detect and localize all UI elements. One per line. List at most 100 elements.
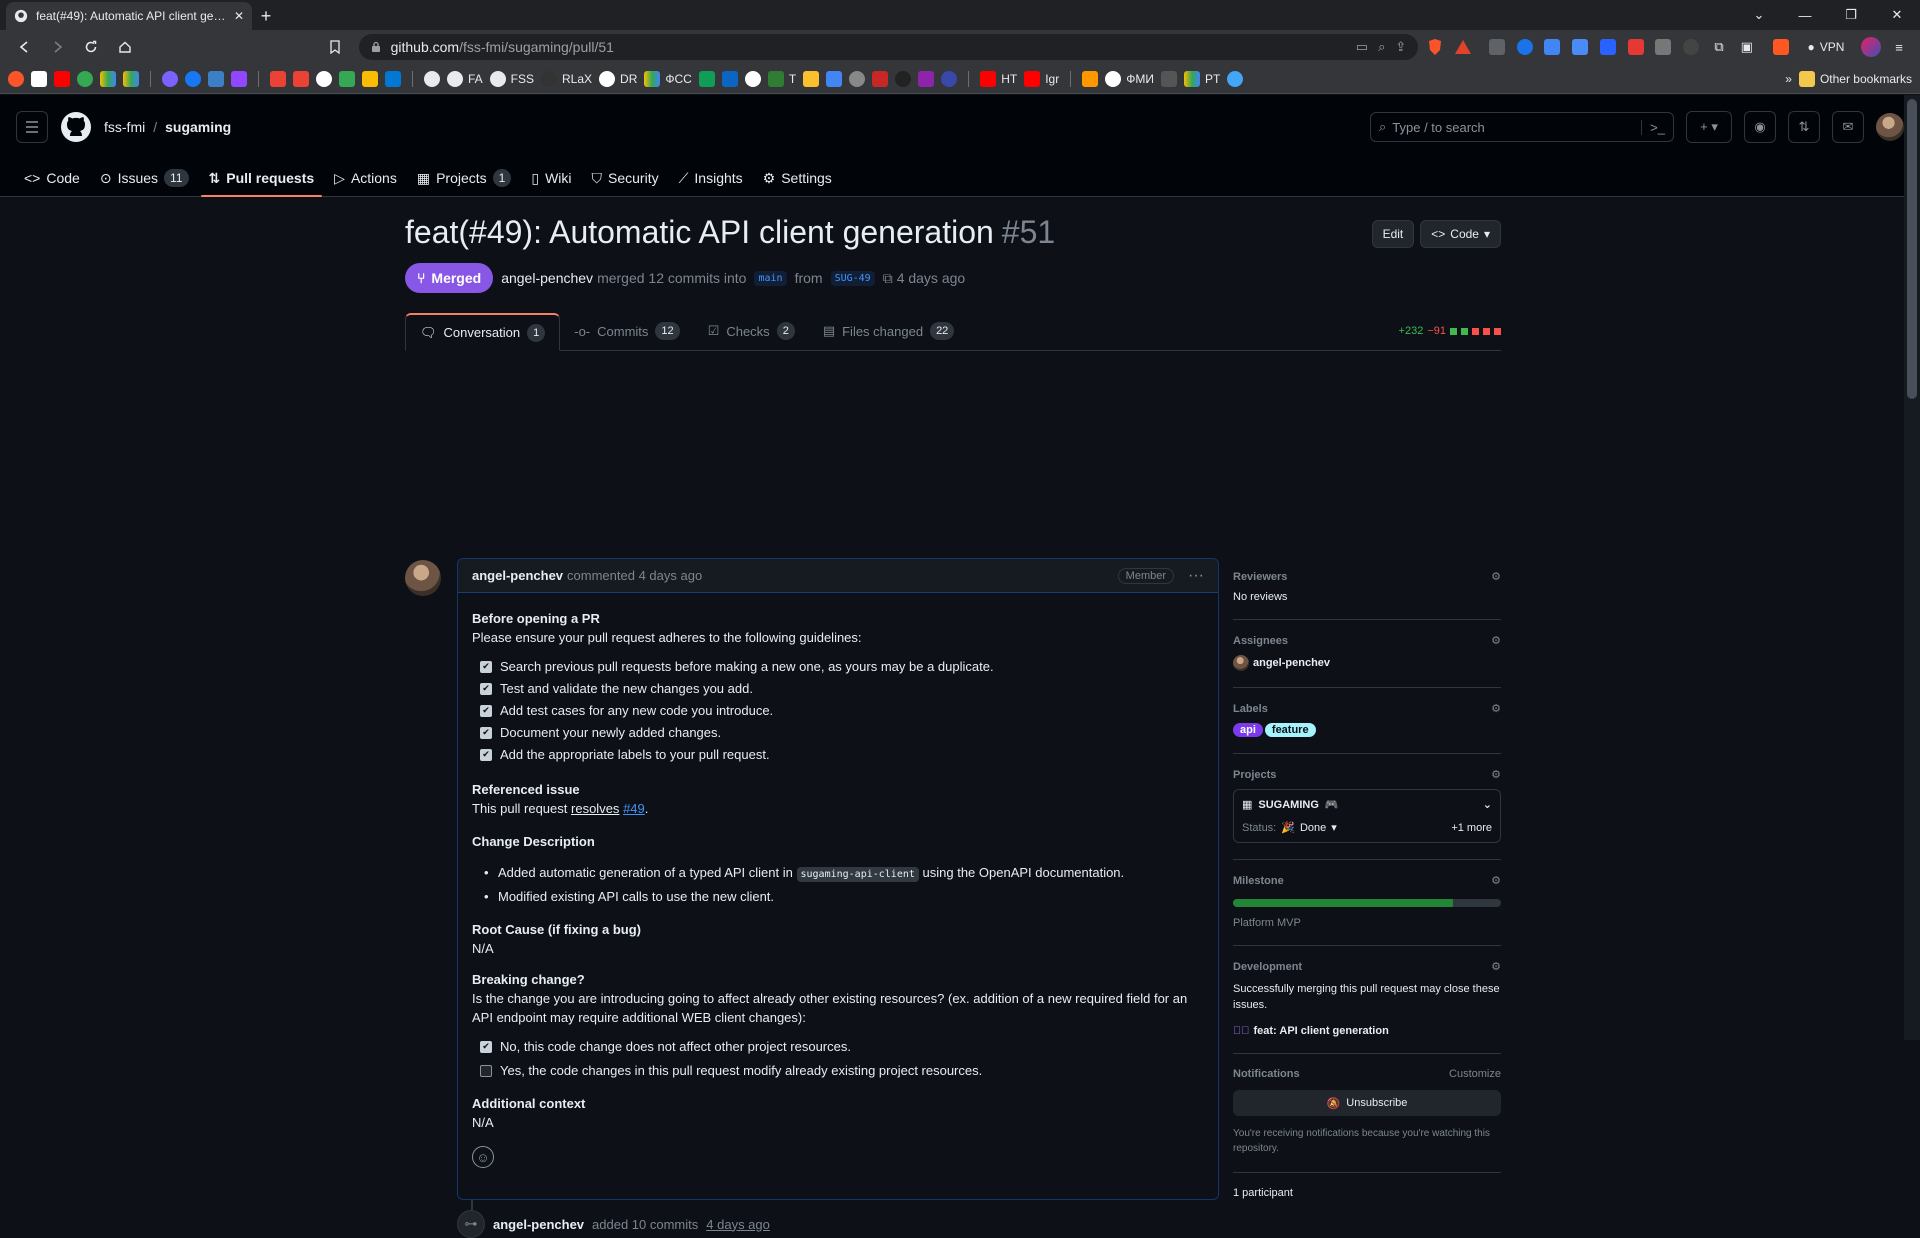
bookmark-favicon-icon[interactable] xyxy=(208,70,224,87)
base-branch[interactable]: main xyxy=(754,270,787,286)
nav-security[interactable]: ⛉ Security xyxy=(584,159,667,197)
close-window-button[interactable]: ✕ xyxy=(1874,0,1920,30)
inbox-icon[interactable]: ✉ xyxy=(1832,111,1864,143)
repo-link[interactable]: sugaming xyxy=(165,119,231,135)
bookmark-favicon-icon[interactable] xyxy=(339,70,355,87)
bookmark-item[interactable]: T xyxy=(767,70,796,87)
bookmark-favicon-icon[interactable] xyxy=(31,70,47,87)
checkbox[interactable]: ✔ xyxy=(480,748,492,761)
vpn-button[interactable]: ● VPN xyxy=(1797,33,1855,61)
bookmark-favicon-icon[interactable] xyxy=(918,70,935,87)
sidebar-toggle-icon[interactable]: ▣ xyxy=(1736,36,1758,58)
bookmark-item[interactable]: Igr xyxy=(1024,70,1059,87)
nav-projects[interactable]: ▦ Projects 1 xyxy=(409,159,520,197)
extension-icon[interactable] xyxy=(1514,36,1536,58)
chevron-down-icon[interactable]: ⌄ xyxy=(1483,798,1492,811)
more-projects-link[interactable]: +1 more xyxy=(1451,822,1492,834)
nav-insights[interactable]: ⟋ Insights xyxy=(671,159,751,197)
close-tab-icon[interactable]: ✕ xyxy=(234,9,244,23)
scrollbar-thumb[interactable] xyxy=(1907,99,1917,399)
bookmark-favicon-icon[interactable] xyxy=(1082,70,1099,87)
github-icon[interactable] xyxy=(424,70,440,87)
bookmark-favicon-icon[interactable] xyxy=(8,70,24,87)
status-value[interactable]: Done xyxy=(1300,822,1326,834)
hamburger-menu-button[interactable] xyxy=(16,111,48,143)
kebab-menu-icon[interactable]: ··· xyxy=(1188,567,1204,585)
bookmark-item[interactable]: RLaX xyxy=(541,70,592,87)
bookmark-favicon-icon[interactable] xyxy=(1160,70,1177,87)
edit-button[interactable]: Edit xyxy=(1371,220,1415,248)
messenger-icon[interactable] xyxy=(162,70,178,87)
sheets-icon[interactable] xyxy=(698,70,715,87)
project-link[interactable]: SUGAMING xyxy=(1258,799,1319,811)
bookmark-item[interactable]: PT xyxy=(1183,70,1220,87)
assignee-link[interactable]: angel-penchev xyxy=(1253,657,1330,669)
bookmark-item[interactable]: ФСС xyxy=(644,70,692,87)
bookmark-icon[interactable] xyxy=(321,33,349,61)
home-button[interactable] xyxy=(111,33,139,61)
youtube-icon[interactable] xyxy=(54,70,70,87)
head-branch[interactable]: SUG-49 xyxy=(830,270,875,286)
issues-icon[interactable]: ◉ xyxy=(1744,111,1776,143)
event-author[interactable]: angel-penchev xyxy=(493,1217,584,1232)
twitch-icon[interactable] xyxy=(231,70,247,87)
gear-icon[interactable]: ⚙ xyxy=(1491,874,1501,887)
checkbox[interactable]: ✔ xyxy=(480,704,492,717)
bookmark-favicon-icon[interactable] xyxy=(872,70,889,87)
copy-icon[interactable]: ⧉ xyxy=(883,270,893,287)
checkbox[interactable]: ✔ xyxy=(480,1040,492,1053)
event-time[interactable]: 4 days ago xyxy=(706,1217,770,1232)
checkbox[interactable]: ✔ xyxy=(480,660,492,673)
bookmark-favicon-icon[interactable] xyxy=(895,70,912,87)
code-dropdown-button[interactable]: <> Code ▾ xyxy=(1420,220,1501,248)
gear-icon[interactable]: ⚙ xyxy=(1491,768,1501,781)
zoom-icon[interactable]: ⌕ xyxy=(1378,39,1385,55)
unsubscribe-button[interactable]: 🔕 Unsubscribe xyxy=(1233,1090,1501,1116)
cast-icon[interactable]: ▭ xyxy=(1356,39,1368,55)
resolves-keyword[interactable]: resolves xyxy=(571,801,619,816)
forward-button[interactable] xyxy=(44,33,72,61)
outlook-icon[interactable] xyxy=(385,70,401,87)
linked-issue-link[interactable]: feat: API client generation xyxy=(1254,1025,1389,1037)
gear-icon[interactable]: ⚙ xyxy=(1491,960,1501,973)
puzzle-icon[interactable]: ⧉ xyxy=(1708,36,1730,58)
linkedin-icon[interactable] xyxy=(721,70,738,87)
nav-pull-requests[interactable]: ⇅ Pull requests xyxy=(200,159,323,197)
translate-icon[interactable] xyxy=(1541,36,1563,58)
tab-checks[interactable]: ☑ Checks 2 xyxy=(694,312,809,350)
share-icon[interactable]: ⇪ xyxy=(1395,39,1406,55)
label-api[interactable]: api xyxy=(1233,723,1263,737)
gmail-icon[interactable] xyxy=(293,70,309,87)
comment-author[interactable]: angel-penchev xyxy=(472,568,563,583)
bookmark-favicon-icon[interactable] xyxy=(849,70,866,87)
customize-link[interactable]: Customize xyxy=(1449,1068,1501,1080)
tab-files-changed[interactable]: ▤ Files changed 22 xyxy=(809,312,969,350)
gear-icon[interactable]: ⚙ xyxy=(1491,702,1501,715)
maps-icon[interactable] xyxy=(77,70,93,87)
new-tab-button[interactable]: + xyxy=(252,2,280,30)
other-bookmarks[interactable]: Other bookmarks xyxy=(1798,70,1912,87)
drive-icon[interactable] xyxy=(100,70,116,87)
wallet-icon[interactable] xyxy=(1770,36,1792,58)
tab-commits[interactable]: -o- Commits 12 xyxy=(560,312,693,350)
issue-link[interactable]: #49 xyxy=(623,801,645,816)
bookmark-favicon-icon[interactable] xyxy=(362,70,378,87)
profile-avatar[interactable] xyxy=(1860,36,1882,58)
minimize-button[interactable]: — xyxy=(1782,0,1828,30)
search-input[interactable]: ⌕ Type / to search >_ xyxy=(1370,112,1674,142)
more-bookmarks-icon[interactable]: » xyxy=(1785,72,1792,86)
tab-conversation[interactable]: 🗨 Conversation 1 xyxy=(405,313,561,351)
tab-search-icon[interactable]: ⌄ xyxy=(1736,0,1782,30)
gear-icon[interactable]: ⚙ xyxy=(1491,634,1501,647)
user-avatar[interactable] xyxy=(1876,113,1904,141)
create-new-button[interactable]: + ▾ xyxy=(1686,111,1732,143)
extension-icon[interactable] xyxy=(1653,36,1675,58)
checkbox[interactable]: ✔ xyxy=(480,682,492,695)
nav-settings[interactable]: ⚙ Settings xyxy=(755,159,840,197)
restore-button[interactable]: ❐ xyxy=(1828,0,1874,30)
milestone-link[interactable]: Platform MVP xyxy=(1233,917,1501,929)
reload-button[interactable] xyxy=(77,33,105,61)
google-icon[interactable] xyxy=(744,70,761,87)
comment-time[interactable]: 4 days ago xyxy=(639,568,703,583)
page-scrollbar[interactable] xyxy=(1904,95,1920,1040)
